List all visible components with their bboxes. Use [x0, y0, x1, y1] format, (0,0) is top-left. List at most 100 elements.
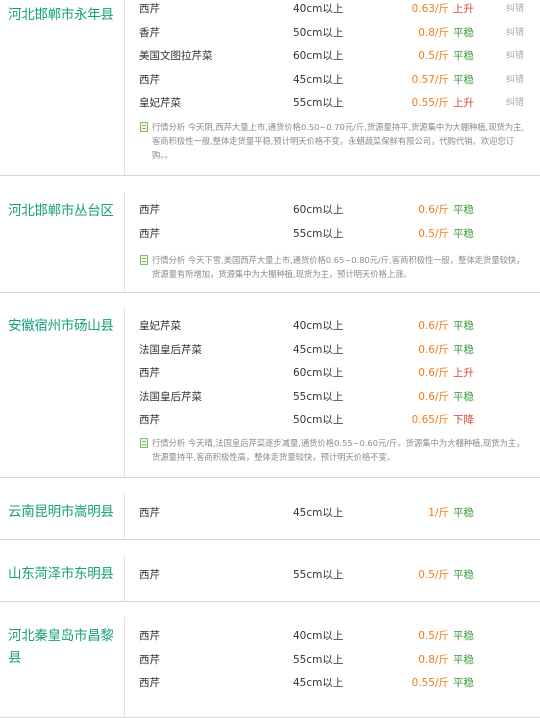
region-name[interactable]: 河北邯郸市永年县	[8, 4, 124, 26]
variety-name: 西芹	[139, 653, 160, 666]
spec-value: 40cm以上	[293, 630, 344, 642]
correct-link[interactable]: 纠错	[506, 0, 524, 21]
spec-value: 45cm以上	[293, 507, 344, 519]
spec-value: 50cm以上	[293, 26, 344, 39]
price-value: 0.5/斤	[418, 227, 449, 240]
analysis-text: 行情分析 今天阴,西芹大量上市,通货价格0.50~0.70元/斤,货源量持平,货…	[152, 122, 525, 160]
variety-name: 西芹	[139, 204, 160, 216]
variety-name: 西芹	[139, 569, 160, 581]
price-row: 西芹 45cm以上 0.57/斤 平稳 纠错	[125, 69, 540, 92]
trend-label: 平稳	[453, 26, 474, 39]
region-block: 河北邯郸市丛台区 西芹 60cm以上 0.6/斤 平稳 西芹 55cm以上 0.5/斤 平稳 行情…	[0, 192, 540, 293]
spec-value: 45cm以上	[293, 677, 344, 689]
variety-name: 皇妃芹菜	[139, 97, 181, 109]
variety-name: 香芹	[139, 26, 160, 39]
document-icon	[140, 122, 148, 132]
price-value: 0.6/斤	[418, 320, 449, 332]
region-name[interactable]: 河北邯郸市丛台区	[8, 200, 124, 222]
spec-value: 45cm以上	[293, 343, 344, 356]
price-row: 香芹 50cm以上 0.8/斤 平稳 纠错	[125, 22, 540, 45]
variety-name: 西芹	[139, 677, 160, 689]
trend-label: 平稳	[453, 204, 474, 216]
spec-value: 60cm以上	[293, 204, 344, 216]
trend-label: 上升	[453, 97, 474, 109]
trend-label: 平稳	[453, 630, 474, 642]
trend-label: 平稳	[453, 320, 474, 332]
variety-name: 西芹	[139, 227, 160, 240]
variety-name: 法国皇后芹菜	[139, 343, 202, 356]
trend-label: 平稳	[453, 390, 474, 403]
region-name[interactable]: 安徽宿州市砀山县	[8, 315, 124, 337]
trend-label: 平稳	[453, 653, 474, 666]
price-value: 0.6/斤	[418, 204, 449, 216]
market-analysis: 行情分析 今天晴,法国皇后芹菜逐步减量,通货价格0.55~0.60元/斤。货源集…	[140, 436, 530, 464]
variety-name: 美国文图拉芹菜	[139, 50, 213, 62]
correct-link[interactable]: 纠错	[506, 92, 524, 115]
market-analysis: 行情分析 今天阴,西芹大量上市,通货价格0.50~0.70元/斤,货源量持平,货…	[140, 120, 530, 162]
price-row: 西芹 50cm以上 0.65/斤 下降	[125, 409, 540, 432]
region-block: 河北秦皇岛市昌黎县 西芹 40cm以上 0.5/斤 平稳 西芹 55cm以上 0.8/斤 平稳西…	[0, 617, 540, 718]
price-value: 0.55/斤	[411, 677, 449, 689]
trend-label: 上升	[453, 3, 474, 15]
price-row: 法国皇后芹菜 55cm以上 0.6/斤 平稳	[125, 386, 540, 409]
correct-link[interactable]: 纠错	[506, 22, 524, 45]
price-row: 西芹 40cm以上 0.5/斤 平稳	[125, 625, 540, 648]
price-row: 法国皇后芹菜 45cm以上 0.6/斤 平稳	[125, 339, 540, 362]
spec-value: 60cm以上	[293, 367, 344, 379]
spec-value: 55cm以上	[293, 569, 344, 581]
region-block: 山东菏泽市东明县 西芹 55cm以上 0.5/斤 平稳	[0, 555, 540, 602]
trend-label: 平稳	[453, 73, 474, 86]
variety-name: 皇妃芹菜	[139, 320, 181, 332]
price-value: 0.5/斤	[418, 630, 449, 642]
price-row: 西芹 60cm以上 0.6/斤 平稳	[125, 199, 540, 222]
price-row: 西芹 55cm以上 0.5/斤 平稳	[125, 564, 540, 587]
correct-link[interactable]: 纠错	[506, 45, 524, 68]
price-value: 0.5/斤	[418, 569, 449, 581]
variety-name: 西芹	[139, 414, 160, 426]
region-name[interactable]: 云南昆明市嵩明县	[8, 501, 124, 523]
document-icon	[140, 438, 148, 448]
price-row: 西芹 60cm以上 0.6/斤 上升	[125, 362, 540, 385]
price-row: 美国文图拉芹菜 60cm以上 0.5/斤 平稳 纠错	[125, 45, 540, 68]
price-value: 0.55/斤	[411, 97, 449, 109]
variety-name: 西芹	[139, 630, 160, 642]
variety-name: 西芹	[139, 3, 160, 15]
document-icon	[140, 255, 148, 265]
price-row: 皇妃芹菜 40cm以上 0.6/斤 平稳	[125, 315, 540, 338]
variety-name: 西芹	[139, 367, 160, 379]
trend-label: 平稳	[453, 343, 474, 356]
spec-value: 40cm以上	[293, 3, 344, 15]
price-row: 西芹 45cm以上 0.55/斤 平稳	[125, 672, 540, 695]
price-value: 0.8/斤	[418, 26, 449, 39]
region-block: 云南昆明市嵩明县 西芹 45cm以上 1/斤 平稳	[0, 493, 540, 540]
price-row: 西芹 55cm以上 0.8/斤 平稳	[125, 649, 540, 672]
variety-name: 西芹	[139, 73, 160, 86]
trend-label: 平稳	[453, 50, 474, 62]
spec-value: 50cm以上	[293, 414, 344, 426]
price-row: 皇妃芹菜 55cm以上 0.55/斤 上升 纠错	[125, 92, 540, 115]
price-value: 0.6/斤	[418, 343, 449, 356]
trend-label: 上升	[453, 367, 474, 379]
trend-label: 下降	[453, 414, 474, 426]
analysis-text: 行情分析 今天晴,法国皇后芹菜逐步减量,通货价格0.55~0.60元/斤。货源集…	[152, 438, 525, 462]
trend-label: 平稳	[453, 507, 474, 519]
variety-name: 西芹	[139, 507, 160, 519]
price-value: 0.63/斤	[411, 3, 449, 15]
price-row: 西芹 45cm以上 1/斤 平稳	[125, 502, 540, 525]
region-name[interactable]: 山东菏泽市东明县	[8, 563, 124, 585]
price-value: 0.65/斤	[411, 414, 449, 426]
correct-link[interactable]: 纠错	[506, 69, 524, 92]
region-name[interactable]: 河北秦皇岛市昌黎县	[8, 625, 124, 669]
spec-value: 55cm以上	[293, 390, 344, 403]
price-value: 0.6/斤	[418, 367, 449, 379]
trend-label: 平稳	[453, 677, 474, 689]
spec-value: 60cm以上	[293, 50, 344, 62]
price-value: 0.6/斤	[418, 390, 449, 403]
trend-label: 平稳	[453, 569, 474, 581]
spec-value: 55cm以上	[293, 653, 344, 666]
price-row: 西芹 55cm以上 0.5/斤 平稳	[125, 223, 540, 246]
analysis-text: 行情分析 今天下雪,美国西芹大量上市,通货价格0.65~0.80元/斤,客商积极…	[152, 255, 525, 279]
price-value: 1/斤	[428, 507, 449, 519]
market-analysis: 行情分析 今天下雪,美国西芹大量上市,通货价格0.65~0.80元/斤,客商积极…	[140, 253, 530, 281]
price-value: 0.5/斤	[418, 50, 449, 62]
